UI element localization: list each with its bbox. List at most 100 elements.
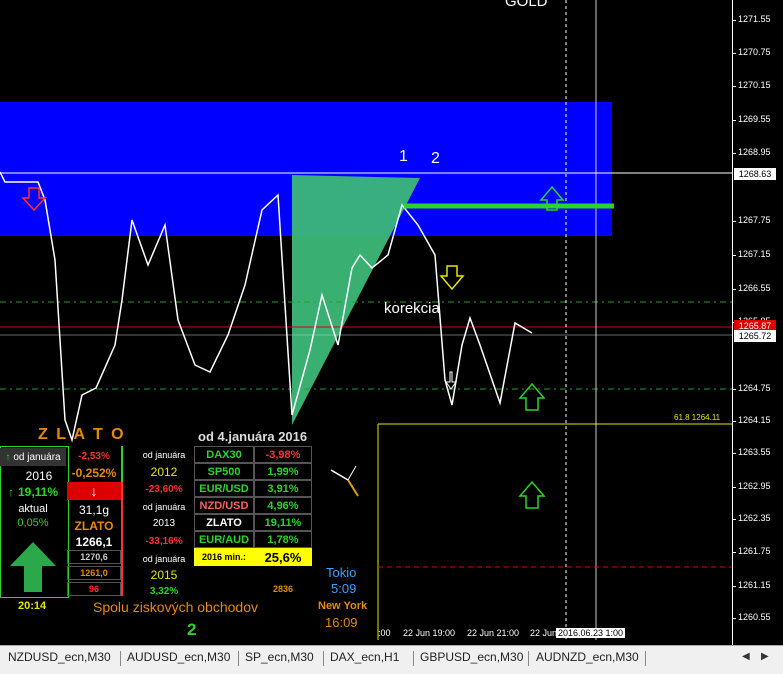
indicator-strip bbox=[121, 446, 133, 596]
price-tick bbox=[732, 586, 736, 587]
left-row-year: 2016 bbox=[25, 469, 53, 483]
mid-r1-year: 2012 bbox=[150, 465, 178, 479]
green-up-arrow-2 bbox=[518, 382, 546, 411]
price-tick bbox=[732, 120, 736, 121]
chart-tab[interactable]: DAX_ecn,H1 bbox=[330, 650, 399, 664]
newyork-label: New York bbox=[318, 600, 368, 612]
market-name: EUR/USD bbox=[194, 480, 254, 497]
chart-tab[interactable]: GBPUSD_ecn,M30 bbox=[420, 650, 523, 664]
price-level-label: 1262.95 bbox=[738, 481, 771, 491]
price-tick bbox=[732, 453, 736, 454]
price-level-label: 1263.55 bbox=[738, 447, 771, 457]
mid-r3-label: od januára bbox=[142, 554, 186, 564]
time-label-4: 2016.06.23 1:00 bbox=[556, 628, 626, 638]
green-up-arrow-3 bbox=[518, 480, 546, 509]
price-level-label: 1269.55 bbox=[738, 114, 771, 124]
mid-r2-year: 2013 bbox=[152, 517, 176, 529]
fib-label: 61.8 1264.11 bbox=[674, 413, 721, 422]
mid-r3-year: 2015 bbox=[150, 568, 178, 582]
price-level-label: 1260.55 bbox=[738, 612, 771, 622]
down-arrow-box: ↓ bbox=[67, 482, 121, 500]
min-label: 2016 min.: bbox=[194, 548, 254, 566]
tab-separator bbox=[528, 651, 529, 666]
zlato-price: 1266,1 bbox=[75, 535, 113, 549]
price-level-label: 1264.15 bbox=[738, 415, 771, 425]
left-row-label: ↑ od januára bbox=[0, 448, 66, 466]
big-up-arrow-icon bbox=[10, 542, 56, 592]
price-level-label: 1267.75 bbox=[738, 215, 771, 225]
weight: 31,1g bbox=[78, 503, 110, 517]
panel-subtitle: od 4.januára 2016 bbox=[198, 429, 308, 444]
count-right: 2836 bbox=[272, 584, 294, 594]
price-level-label: 1261.75 bbox=[738, 546, 771, 556]
price-level-label: 1266.55 bbox=[738, 283, 771, 293]
newyork-time: 16:09 bbox=[325, 615, 358, 630]
tab-separator bbox=[323, 651, 324, 666]
left-time: 20:14 bbox=[18, 600, 47, 612]
spolu-label: Spolu ziskových obchodov bbox=[93, 599, 258, 615]
price-tick bbox=[732, 86, 736, 87]
price-tick bbox=[732, 53, 736, 54]
mid-r1-label: od januára bbox=[142, 450, 186, 460]
left-aktual-val: 0,05% bbox=[17, 517, 49, 529]
tab-separator bbox=[413, 651, 414, 666]
price-tick bbox=[732, 487, 736, 488]
mid-r2-label: od januára bbox=[142, 502, 186, 512]
market-value: -3,98% bbox=[254, 446, 312, 463]
market-name: NZD/USD bbox=[194, 497, 254, 514]
price-box-bid: 1268.63 bbox=[734, 168, 776, 180]
market-value: 1,78% bbox=[254, 531, 312, 548]
time-label-2: 22 Jun 21:00 bbox=[467, 628, 520, 638]
price-tick bbox=[732, 153, 736, 154]
time-label-3: 22 Jun bbox=[530, 628, 558, 638]
price-box-ask: 1265.72 bbox=[734, 330, 776, 342]
tab-scroll-right[interactable]: ▶ bbox=[761, 651, 769, 662]
tab-separator bbox=[645, 651, 646, 666]
mid-r1-val: -23,60% bbox=[145, 483, 183, 495]
price-level-label: 1270.15 bbox=[738, 80, 771, 90]
mid-r3-val: 3,32% bbox=[149, 585, 179, 597]
price-tick bbox=[732, 389, 736, 390]
left-gain: ↑ 19,11% bbox=[7, 485, 59, 499]
market-name: SP500 bbox=[194, 463, 254, 480]
left-aktual: aktual bbox=[18, 503, 48, 515]
price-tick bbox=[732, 519, 736, 520]
market-value: 19,11% bbox=[254, 514, 312, 531]
zlato-label: ZLATO bbox=[74, 519, 114, 533]
min-value: 25,6% bbox=[254, 548, 312, 566]
tab-separator bbox=[238, 651, 239, 666]
price-level-label: 1267.15 bbox=[738, 249, 771, 259]
market-name: EUR/AUD bbox=[194, 531, 254, 548]
price-level-label: 1271.55 bbox=[738, 14, 771, 24]
market-name: ZLATO bbox=[194, 514, 254, 531]
tokio-label: Tokio bbox=[326, 565, 357, 580]
tab-separator bbox=[120, 651, 121, 666]
chart-tab[interactable]: AUDNZD_ecn,M30 bbox=[536, 650, 639, 664]
price-p2: 1261,0 bbox=[67, 566, 121, 580]
tokio-time: 5:09 bbox=[331, 581, 357, 596]
price-tick bbox=[732, 421, 736, 422]
price-tick bbox=[732, 618, 736, 619]
price-p1: 1270,6 bbox=[67, 550, 121, 564]
pct-red: -2,53% bbox=[78, 450, 110, 462]
time-label-1: 22 Jun 19:00 bbox=[403, 628, 456, 638]
annotation-1: 1 bbox=[399, 148, 408, 165]
chart-tab[interactable]: AUDUSD_ecn,M30 bbox=[127, 650, 230, 664]
panel-title: Z L A T O bbox=[38, 426, 126, 443]
market-value: 3,91% bbox=[254, 480, 312, 497]
chart-tab[interactable]: SP_ecn,M30 bbox=[245, 650, 314, 664]
price-level-label: 1264.75 bbox=[738, 383, 771, 393]
market-table: DAX30 -3,98% SP500 1,99% EUR/USD 3,91% NZD/USD… bbox=[194, 446, 312, 550]
price-tick bbox=[732, 221, 736, 222]
market-value: 4,96% bbox=[254, 497, 312, 514]
price-level-label: 1270.75 bbox=[738, 47, 771, 57]
price-tick bbox=[732, 552, 736, 553]
market-value: 1,99% bbox=[254, 463, 312, 480]
pct-top: -0,252% bbox=[71, 466, 117, 480]
market-name: DAX30 bbox=[194, 446, 254, 463]
price-tick bbox=[732, 20, 736, 21]
tab-scroll-left[interactable]: ◀ bbox=[742, 651, 750, 662]
symbol-title: GOLD bbox=[505, 0, 548, 10]
info-panel: Z L A T O od 4.januára 2016 ↑ od januára … bbox=[0, 424, 380, 644]
chart-tab[interactable]: NZDUSD_ecn,M30 bbox=[8, 650, 111, 664]
